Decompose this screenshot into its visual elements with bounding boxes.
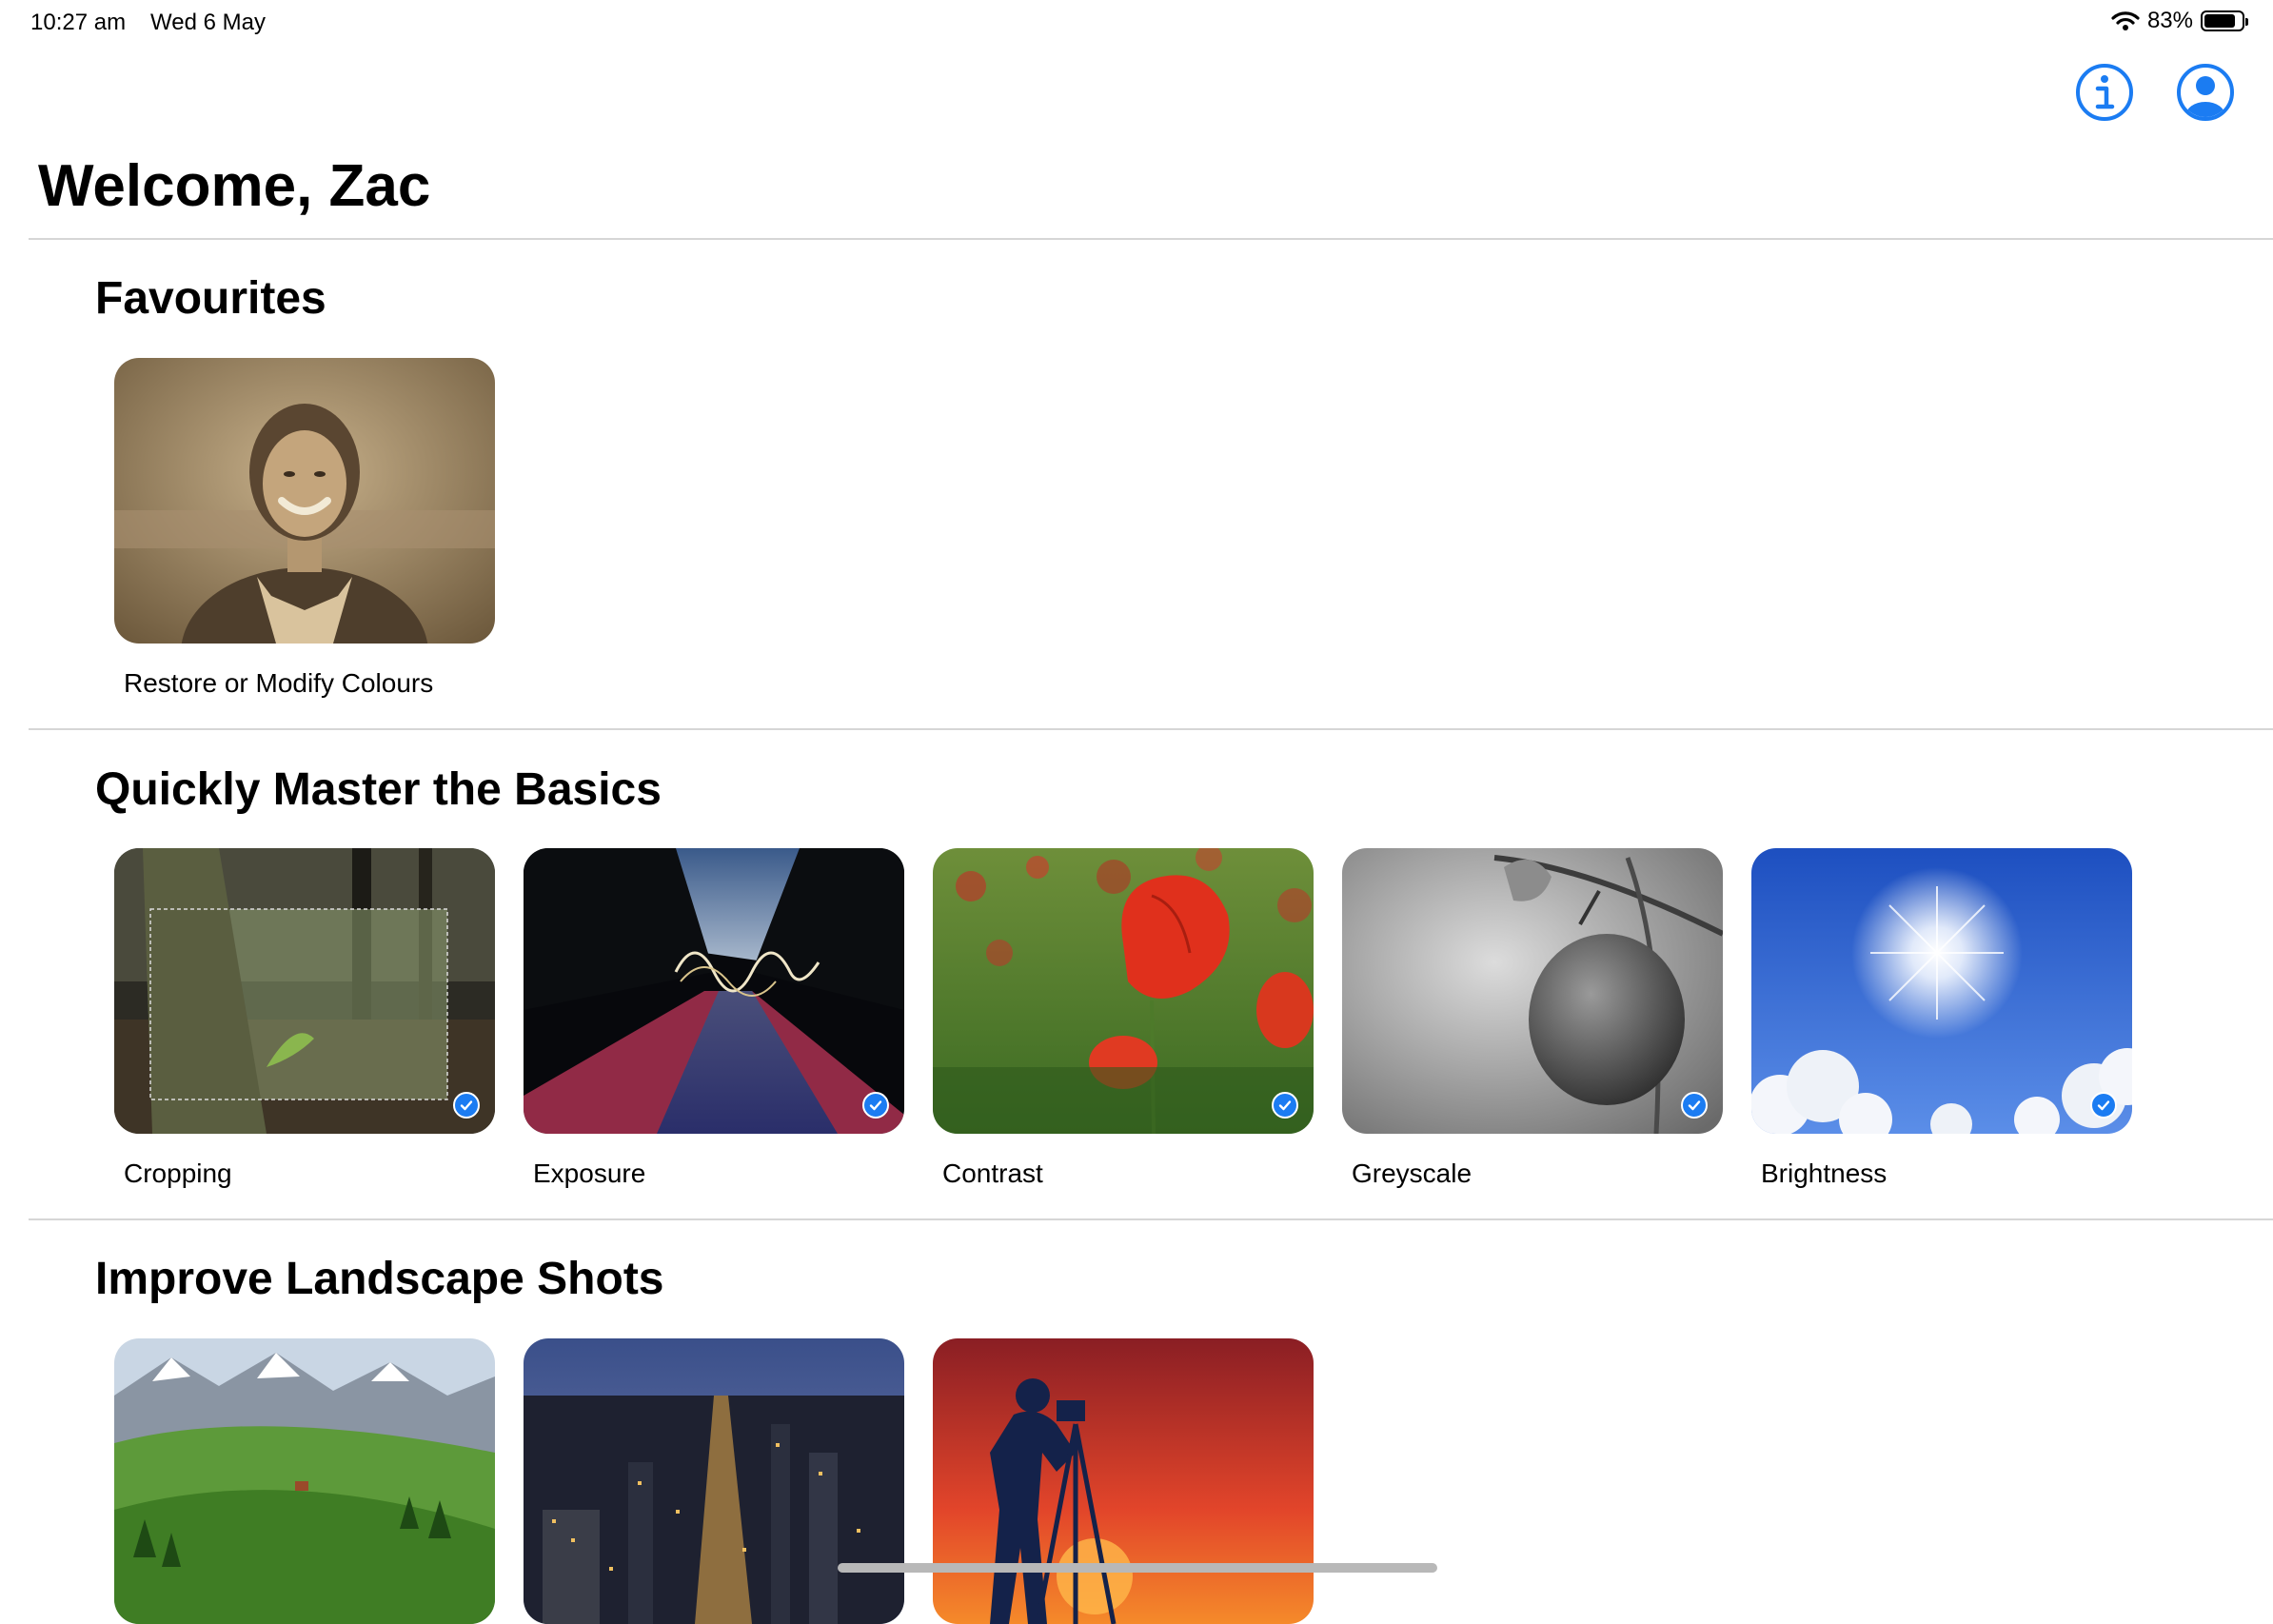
- alpine-meadow-image: [114, 1338, 495, 1624]
- card-landscape-mountains[interactable]: [114, 1338, 495, 1624]
- card-landscape-city[interactable]: [524, 1338, 904, 1624]
- completed-check-icon: [1272, 1092, 1298, 1119]
- section-title-landscape: Improve Landscape Shots: [95, 1254, 664, 1304]
- night-road-image: [524, 848, 904, 1134]
- completed-check-icon: [453, 1092, 480, 1119]
- card-contrast[interactable]: Contrast: [933, 848, 1314, 1188]
- divider: [29, 728, 2273, 730]
- photographer-sunset-image: [933, 1338, 1314, 1624]
- home-indicator[interactable]: [838, 1563, 1437, 1573]
- thumbnail-forest-crop: [114, 848, 495, 1134]
- card-restore-colours[interactable]: Restore or Modify Colours: [114, 358, 495, 698]
- card-label: Exposure: [533, 1159, 646, 1188]
- card-label: Greyscale: [1352, 1159, 1473, 1188]
- page-title: Welcome, Zac: [38, 153, 431, 219]
- card-label: Brightness: [1761, 1159, 1888, 1188]
- thumbnail-alpine-meadow: [114, 1338, 495, 1624]
- status-right: 83%: [2111, 8, 2248, 34]
- card-cropping[interactable]: Cropping: [114, 848, 495, 1188]
- thumbnail-night-road: [524, 848, 904, 1134]
- card-exposure[interactable]: Exposure: [524, 848, 904, 1188]
- greyscale-apple-image: [1342, 848, 1723, 1134]
- card-brightness[interactable]: Brightness: [1751, 848, 2132, 1188]
- city-night-image: [524, 1338, 904, 1624]
- thumbnail-photographer-sunset: [933, 1338, 1314, 1624]
- wifi-icon: [2111, 11, 2140, 30]
- poppies-image: [933, 848, 1314, 1134]
- status-bar: 10:27 am Wed 6 May 83%: [0, 0, 2273, 48]
- thumbnail-sun-sky: [1751, 848, 2132, 1134]
- sepia-portrait-image: [114, 358, 495, 644]
- status-time: 10:27 am: [30, 10, 127, 35]
- completed-check-icon: [2090, 1092, 2117, 1119]
- card-landscape-photographer[interactable]: [933, 1338, 1314, 1624]
- card-label: Contrast: [942, 1159, 1043, 1188]
- thumbnail-poppies: [933, 848, 1314, 1134]
- completed-check-icon: [1681, 1092, 1708, 1119]
- forest-crop-image: [114, 848, 495, 1134]
- battery-icon: [2201, 10, 2248, 31]
- thumbnail-greyscale-apple: [1342, 848, 1723, 1134]
- status-date: Wed 6 May: [150, 10, 266, 35]
- card-label: Cropping: [124, 1159, 232, 1188]
- divider: [29, 1218, 2273, 1220]
- section-title-favourites: Favourites: [95, 273, 326, 324]
- person-circle-icon: [2177, 64, 2234, 121]
- section-title-basics: Quickly Master the Basics: [95, 764, 662, 815]
- card-label: Restore or Modify Colours: [124, 668, 434, 698]
- sun-sky-image: [1751, 848, 2132, 1134]
- thumbnail-city-night: [524, 1338, 904, 1624]
- profile-button[interactable]: [2176, 63, 2235, 122]
- battery-percent: 83%: [2146, 8, 2193, 33]
- divider: [29, 238, 2273, 240]
- battery-level: [2204, 14, 2235, 28]
- card-greyscale[interactable]: Greyscale: [1342, 848, 1723, 1188]
- info-icon: [2076, 64, 2133, 121]
- info-button[interactable]: [2075, 63, 2134, 122]
- thumbnail-sepia-portrait: [114, 358, 495, 644]
- completed-check-icon: [862, 1092, 889, 1119]
